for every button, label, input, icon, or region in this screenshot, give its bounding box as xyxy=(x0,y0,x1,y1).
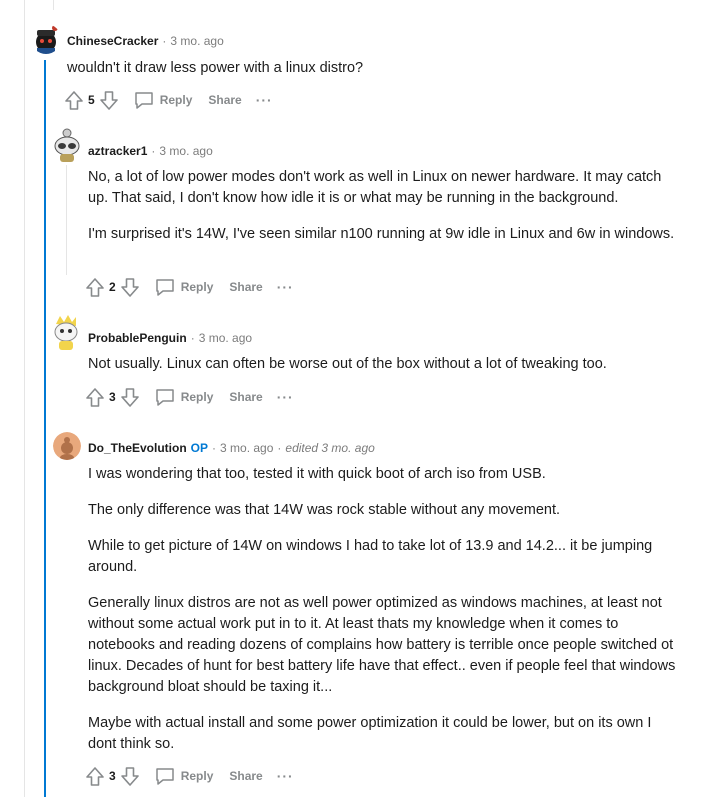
vote-score: 2 xyxy=(109,280,116,294)
downvote-button[interactable] xyxy=(119,276,141,298)
comment-paragraph: I was wondering that too, tested it with… xyxy=(88,466,546,482)
avatar[interactable] xyxy=(52,314,80,352)
reply-label: Reply xyxy=(180,769,214,783)
reply-label: Reply xyxy=(159,93,193,107)
comment-meta: aztracker1 · 3 mo. ago xyxy=(88,143,213,159)
upvote-button[interactable] xyxy=(84,276,106,298)
reply-button[interactable]: Reply xyxy=(155,767,214,785)
vote-score: 5 xyxy=(88,93,95,107)
share-button[interactable]: Share xyxy=(229,390,262,404)
comment-actions: 3 Reply Share ··· xyxy=(84,385,294,409)
reply-label: Reply xyxy=(180,280,214,294)
op-badge: OP xyxy=(190,441,209,455)
upvote-arrow-icon xyxy=(65,90,83,110)
comment-paragraph: Maybe with actual install and some power… xyxy=(88,715,652,752)
meta-separator: · xyxy=(190,331,195,345)
vote-score: 3 xyxy=(109,390,116,404)
reply-label: Reply xyxy=(180,390,214,404)
thread-line-active[interactable] xyxy=(44,60,46,797)
comment-bubble-icon xyxy=(155,279,174,296)
comment-paragraph: I'm surprised it's 14W, I've seen simila… xyxy=(88,226,675,242)
default-snoo-avatar-icon xyxy=(53,432,81,460)
more-options-button[interactable]: ··· xyxy=(256,92,273,108)
comment-bubble-icon xyxy=(134,92,153,109)
downvote-arrow-icon xyxy=(120,277,139,297)
upvote-button[interactable] xyxy=(84,386,106,408)
comment-meta: ChineseCracker · 3 mo. ago xyxy=(67,33,224,49)
comment-body: No, a lot of low power modes don't work … xyxy=(88,167,678,260)
meta-separator: · xyxy=(277,441,282,455)
more-options-button[interactable]: ··· xyxy=(277,768,294,784)
downvote-button[interactable] xyxy=(119,765,141,787)
more-options-button[interactable]: ··· xyxy=(277,389,294,405)
share-button[interactable]: Share xyxy=(208,93,241,107)
comment-bubble-icon xyxy=(155,389,174,406)
downvote-arrow-icon xyxy=(120,766,139,786)
author-name[interactable]: ProbablePenguin xyxy=(88,331,187,345)
downvote-arrow-icon xyxy=(120,387,139,407)
comment-actions: 5 Reply Share ··· xyxy=(63,88,273,112)
comment-meta: ProbablePenguin · 3 mo. ago xyxy=(88,330,252,346)
thread-line-child-1[interactable] xyxy=(66,165,67,275)
more-options-button[interactable]: ··· xyxy=(277,279,294,295)
comment-meta: Do_TheEvolution OP · 3 mo. ago · edited 3 mo.… xyxy=(88,440,375,456)
share-button[interactable]: Share xyxy=(229,769,262,783)
snoo-avatar-icon xyxy=(31,24,61,54)
timestamp[interactable]: 3 mo. ago xyxy=(170,34,223,48)
vote-score: 3 xyxy=(109,769,116,783)
comment-paragraph: Generally linux distros are not as well … xyxy=(88,595,676,695)
edited-label: edited 3 mo. ago xyxy=(285,441,375,455)
reply-button[interactable]: Reply xyxy=(155,388,214,406)
comment-paragraph: wouldn't it draw less power with a linux… xyxy=(67,60,364,76)
timestamp[interactable]: 3 mo. ago xyxy=(220,441,273,455)
downvote-button[interactable] xyxy=(119,386,141,408)
author-name[interactable]: aztracker1 xyxy=(88,144,147,158)
avatar[interactable] xyxy=(31,24,61,54)
timestamp[interactable]: 3 mo. ago xyxy=(159,144,212,158)
reply-button[interactable]: Reply xyxy=(134,91,193,109)
upvote-arrow-icon xyxy=(86,766,104,786)
thread-line-parent[interactable] xyxy=(53,0,54,10)
meta-separator: · xyxy=(162,34,167,48)
timestamp[interactable]: 3 mo. ago xyxy=(199,331,252,345)
comment-body: I was wondering that too, tested it with… xyxy=(88,464,678,770)
thread-line-outer[interactable] xyxy=(24,0,25,797)
share-button[interactable]: Share xyxy=(229,280,262,294)
meta-separator: · xyxy=(212,441,217,455)
comment-paragraph: No, a lot of low power modes don't work … xyxy=(88,169,662,206)
comment-actions: 2 Reply Share ··· xyxy=(84,275,294,299)
comment-paragraph: While to get picture of 14W on windows I… xyxy=(88,538,653,575)
downvote-arrow-icon xyxy=(99,90,118,110)
snoo-avatar-icon xyxy=(54,315,78,350)
author-name[interactable]: ChineseCracker xyxy=(67,34,158,48)
downvote-button[interactable] xyxy=(98,89,120,111)
upvote-arrow-icon xyxy=(86,277,104,297)
avatar[interactable] xyxy=(52,128,82,164)
comment-actions: 3 Reply Share ··· xyxy=(84,764,294,788)
comment-paragraph: The only difference was that 14W was roc… xyxy=(88,502,561,518)
comment-paragraph: Not usually. Linux can often be worse ou… xyxy=(88,356,607,372)
snoo-avatar-icon xyxy=(54,128,80,162)
meta-separator: · xyxy=(151,144,156,158)
comment-bubble-icon xyxy=(155,768,174,785)
author-name[interactable]: Do_TheEvolution xyxy=(88,441,187,455)
avatar[interactable] xyxy=(53,432,81,460)
upvote-button[interactable] xyxy=(63,89,85,111)
reply-button[interactable]: Reply xyxy=(155,278,214,296)
upvote-arrow-icon xyxy=(86,387,104,407)
upvote-button[interactable] xyxy=(84,765,106,787)
